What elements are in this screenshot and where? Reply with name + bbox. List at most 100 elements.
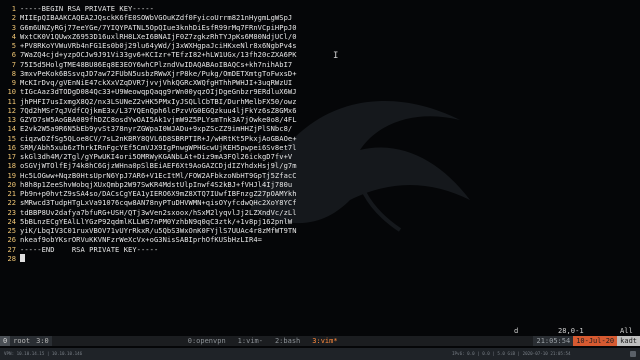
editor-line[interactable]: 18 oSGVjWTOlfEj74k8hC6GjzWHna0pSlBEiAEF6X… <box>0 161 640 170</box>
vim-cursor-position: 28,0-1 <box>558 326 584 335</box>
tmux-date: 10-Jul-20 <box>573 336 618 346</box>
tmux-status-bar: 0 root 3:0 0:openvpn 1:vim- 2:bash 3:vim… <box>0 336 640 346</box>
line-number: 16 <box>7 142 16 152</box>
editor-line[interactable]: 16 SRM/Abh5xub6zThrkIRnFgcYEf5CmVJX9IgPnw… <box>0 143 640 152</box>
editor-line[interactable]: 7 75I5d5HolgTME48BU86Eq8E3EOY6whCPlzndVwI… <box>0 60 640 69</box>
editor-line[interactable]: 5 +PV8RKoYVWuVRb4nFG1Es0b0j29lu64yWd/j3xW… <box>0 41 640 50</box>
tmux-window-2[interactable]: 2:bash <box>269 336 306 346</box>
line-number: 25 <box>7 226 16 235</box>
desktop-status-bar: VPN: 10.10.14.15 | 10.10.10.146 IPv6: 0.… <box>0 348 640 360</box>
editor-line[interactable]: 15 ciqzwDZfSg5QLoe8CV/7sL2nKBRY8QVL6D8SBR… <box>0 134 640 143</box>
line-number: 28 <box>7 253 16 263</box>
editor-line[interactable]: 3 G6m6UNZyRGj77eeYGe/7YIQYPATNL5OpQIue3kn… <box>0 23 640 32</box>
tmux-clock: 21:05:54 <box>533 336 574 346</box>
line-number: 7 <box>11 59 16 69</box>
line-number: 22 <box>7 198 16 208</box>
line-text[interactable]: tdBBP8Uv2dafya7bfuRG+USH/QTj3wVen2sxoox/… <box>20 208 297 217</box>
line-text[interactable]: 75I5d5HolgTME48BU86Eq8E3EOY6whCPlzndVwID… <box>20 60 292 69</box>
line-number: 14 <box>7 124 16 134</box>
tmux-window-0[interactable]: 0:openvpn <box>182 336 232 346</box>
tmux-session-extra: 3:0 <box>33 336 52 346</box>
line-number: 27 <box>7 244 16 254</box>
line-number: 19 <box>7 170 16 180</box>
line-text[interactable]: -----END RSA PRIVATE KEY----- <box>20 245 158 254</box>
editor-line[interactable]: 8 3mxvPeKok6BSsvqJD7aw72FUbN5usbzRWwXjrP8… <box>0 69 640 78</box>
vim-scroll-percent: All <box>620 326 633 335</box>
line-text[interactable]: Hc5LOGww+NqzB0HtsUprN6YpJ7AR6+V1EcItMl/F… <box>20 171 297 180</box>
desktop-bar-right-text: IPv6: 0.0 | 0.0 | 5.0 GiB | 2020-07-10 2… <box>452 351 571 356</box>
line-text[interactable]: sMRwcd3TudpHTgLxVa91076cqw8AN78nyPTuDHVW… <box>20 198 297 207</box>
line-number: 12 <box>7 105 16 115</box>
line-text[interactable]: WxtCK0V1QUwxZ6953D16uxlRH8LXeI6BNAIjF0Z7… <box>20 32 297 41</box>
editor-line[interactable]: 17 skGl3dh4M/2Tgl/gYPwUKI4ori5OMRWyKGANbL… <box>0 152 640 161</box>
line-text[interactable]: 7WaZQ4cjd+yzpOCJw9J91Vi33gv6+KCIzr+TEfzI… <box>20 50 297 59</box>
line-text[interactable]: skGl3dh4M/2Tgl/gYPwUKI4ori5OMRWyKGANbLAt… <box>20 152 292 161</box>
line-number: 9 <box>11 78 16 87</box>
line-text[interactable]: 7Qd2hMSr7qJVdfCQjkmE3x/L37YQEnQph6lcPzvV… <box>20 106 297 115</box>
line-number: 1 <box>11 4 16 13</box>
line-text[interactable]: -----BEGIN RSA PRIVATE KEY----- <box>20 4 154 13</box>
line-number: 10 <box>7 87 16 97</box>
line-text[interactable]: yiK/LbqIV3C01ruxVBOV71vUYrRkxR/u5QbS3WxO… <box>20 226 297 235</box>
editor-line[interactable]: 28 <box>0 253 640 263</box>
line-text[interactable]: E2vk2W5a9R6N5bEb9yvSt378nyrZGWpaI0WJADu+… <box>20 124 292 133</box>
line-text[interactable]: oSGVjWTOlfEj74k8hC6GjzWHna0pSlBEiAEF6Xt9… <box>20 161 297 170</box>
editor-line[interactable]: 10 tIGcAaz3dTODgD084Qc33+U9WeowqpQaqg9rWn… <box>0 87 640 96</box>
line-number: 3 <box>11 22 16 32</box>
editor-line[interactable]: 23 tdBBP8Uv2dafya7bfuRG+USH/QTj3wVen2sxoo… <box>0 208 640 217</box>
line-text[interactable]: tIGcAaz3dTODgD084Qc33+U9WeowqpQaqg9rWn00… <box>20 87 297 96</box>
line-text[interactable]: ciqzwDZfSg5QLoe8CV/7sL2nKBRY8QVL6D8SBRPT… <box>20 134 297 143</box>
line-number: 20 <box>7 179 16 189</box>
line-number: 17 <box>7 152 16 161</box>
line-text[interactable]: MIIEpQIBAAKCAQEA2JQsckK6fE0SOWbVGOuKZdf0… <box>20 13 292 22</box>
editor-line[interactable]: 24 5bBLnzECgYEAlLlYGzP92qdmlKLLWS7nPM0Yzh… <box>0 217 640 226</box>
tmux-window-3-active[interactable]: 3:vim* <box>306 336 343 346</box>
tmux-session-name: root <box>10 336 34 346</box>
line-number: 13 <box>7 115 16 124</box>
line-text[interactable]: 3mxvPeKok6BSsvqJD7aw72FUbN5usbzRWwXjrP8k… <box>20 69 297 78</box>
tmux-window-1[interactable]: 1:vim- <box>232 336 269 346</box>
editor-line[interactable]: 27 -----END RSA PRIVATE KEY----- <box>0 245 640 254</box>
editor-line[interactable]: 9 McKIrDvq/gVEnNiE47ckXxVZqDVR7jvvjVhkQGR… <box>0 78 640 87</box>
vim-editor-buffer[interactable]: 1 -----BEGIN RSA PRIVATE KEY----- 2 MIIEpQI… <box>0 4 640 263</box>
line-number: 24 <box>7 216 16 226</box>
editor-line[interactable]: 1 -----BEGIN RSA PRIVATE KEY----- <box>0 4 640 13</box>
editor-line[interactable]: 26 nkeaf9obYKsrORVuKKVNFzrWeXcVx+oG3NisSA… <box>0 235 640 244</box>
line-number: 21 <box>7 189 16 198</box>
line-text[interactable]: G6m6UNZyRGj77eeYGe/7YIQYPATNL5OpQIue3knh… <box>20 23 297 32</box>
tmux-session-index: 0 <box>0 336 11 346</box>
editor-line[interactable]: 2 MIIEpQIBAAKCAQEA2JQsckK6fE0SOWbVGOuKZdf… <box>0 13 640 22</box>
editor-line[interactable]: 6 7WaZQ4cjd+yzpOCJw9J91Vi33gv6+KCIzr+TEfz… <box>0 50 640 59</box>
editor-line[interactable]: 19 Hc5LOGww+NqzB0HtsUprN6YpJ7AR6+V1EcItMl… <box>0 171 640 180</box>
editor-line[interactable]: 25 yiK/LbqIV3C01ruxVBOV71vUYrRkxR/u5QbS3W… <box>0 226 640 235</box>
line-text[interactable]: jhPHFI7usIxmgX8Q2/nx3LSUNeZ2vHK5PMxIyJSQ… <box>20 97 297 106</box>
line-number: 11 <box>7 96 16 106</box>
line-number: 4 <box>11 31 16 41</box>
tray-icon[interactable] <box>630 351 636 357</box>
line-text[interactable]: 5bBLnzECgYEAlLlYGzP92qdmlKLLWS7nPM0YzhbN… <box>20 217 292 226</box>
line-number: 6 <box>11 50 16 60</box>
tmux-hostname: kadt <box>617 336 640 346</box>
line-text[interactable]: McKIrDvq/gVEnNiE47ckXxVZqDVR7jvvjVhkQGRc… <box>20 78 292 87</box>
editor-line[interactable]: 4 WxtCK0V1QUwxZ6953D16uxlRH8LXeI6BNAIjF0Z… <box>0 32 640 41</box>
line-text[interactable]: GZYD7sW5AoGBA089fhDZC8osdYwOAI5Ak1vjmW9Z… <box>20 115 297 124</box>
line-text[interactable]: SRM/Abh5xub6zThrkIRnFgcYEf5CmVJX9IgPnwgW… <box>20 143 297 152</box>
editor-line[interactable]: 21 Pb9n+p0hvtZ9sSA4so/DACsCgYEA1yIERO6X9m… <box>0 189 640 198</box>
line-number: 5 <box>11 41 16 50</box>
editor-line[interactable]: 11 jhPHFI7usIxmgX8Q2/nx3LSUNeZ2vHK5PMxIyJ… <box>0 97 640 106</box>
line-text[interactable]: +PV8RKoYVWuVRb4nFG1Es0b0j29lu64yWd/j3xWX… <box>20 41 297 50</box>
line-number: 26 <box>7 235 16 245</box>
editor-line[interactable]: 14 E2vk2W5a9R6N5bEb9yvSt378nyrZGWpaI0WJAD… <box>0 124 640 133</box>
line-text[interactable]: nkeaf9obYKsrORVuKKVNFzrWeXcVx+oG3NisSABI… <box>20 235 262 244</box>
line-number: 18 <box>7 161 16 171</box>
line-number: 2 <box>11 13 16 23</box>
editor-line[interactable]: 22 sMRwcd3TudpHTgLxVa91076cqw8AN78nyPTuDH… <box>0 198 640 207</box>
editor-line[interactable]: 12 7Qd2hMSr7qJVdfCQjkmE3x/L37YQEnQph6lcPz… <box>0 106 640 115</box>
line-text[interactable]: Pb9n+p0hvtZ9sSA4so/DACsCgYEA1yIERO6X9mZ8… <box>20 189 297 198</box>
editor-line[interactable]: 20 h8h8p1ZeeShvWobqjXUxQmbp2W97SwKR4MdstU… <box>0 180 640 189</box>
mouse-ibeam-cursor-icon: I <box>333 51 339 61</box>
desktop-bar-left-text: VPN: 10.10.14.15 | 10.10.10.146 <box>4 351 83 356</box>
editor-line[interactable]: 13 GZYD7sW5AoGBA089fhDZC8osdYwOAI5Ak1vjmW… <box>0 115 640 124</box>
vim-mode-indicator: d <box>514 326 519 335</box>
line-text[interactable]: h8h8p1ZeeShvWobqjXUxQmbp2W97SwKR4MdstUlp… <box>20 180 292 189</box>
